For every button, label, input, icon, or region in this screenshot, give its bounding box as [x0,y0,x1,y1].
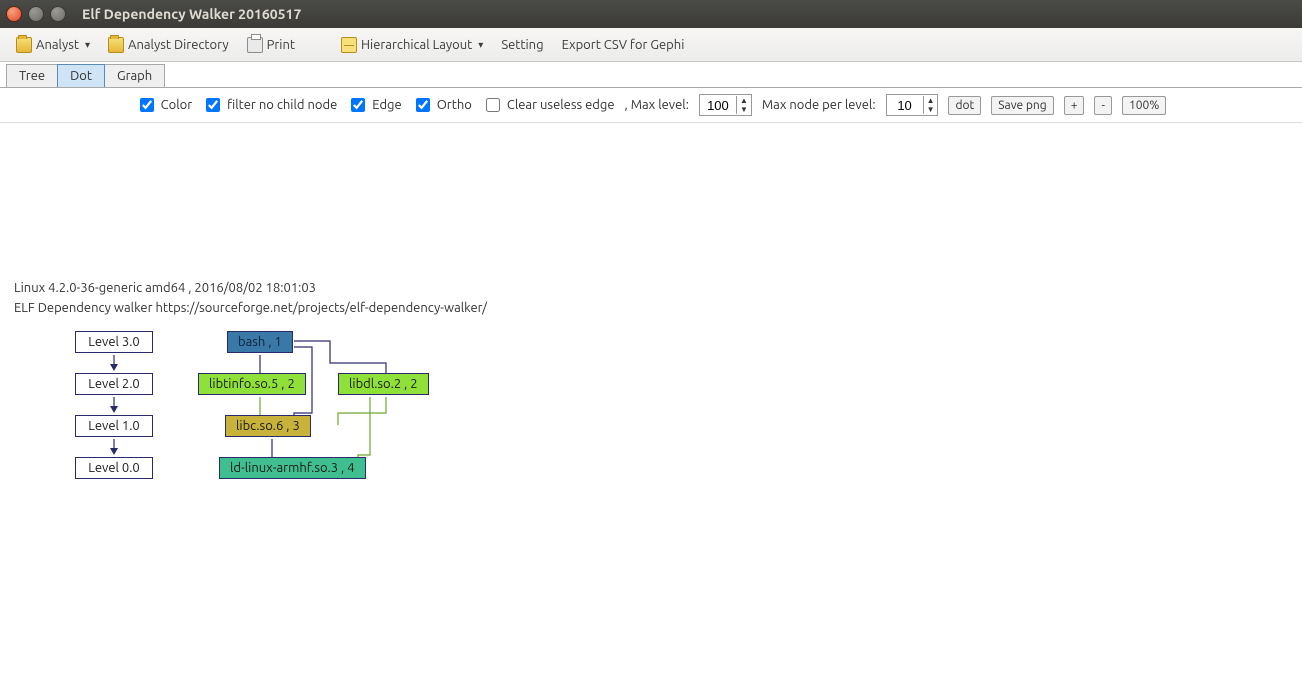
level-0-box: Level 0.0 [75,457,153,479]
zoom-out-button[interactable]: - [1094,96,1111,115]
maximize-icon[interactable] [50,6,66,22]
options-bar: Color filter no child node Edge Ortho Cl… [0,88,1302,123]
max-level-spinner[interactable]: ▲▼ [699,94,752,116]
node-bash[interactable]: bash , 1 [227,331,293,353]
max-node-label: Max node per level: [762,98,876,112]
chevron-down-icon[interactable]: ▼ [924,105,938,114]
node-libdl[interactable]: libdl.so.2 , 2 [338,373,429,395]
level-2-box: Level 2.0 [75,373,153,395]
layout-icon [341,37,357,53]
chevron-up-icon[interactable]: ▲ [737,96,751,105]
color-label: Color [161,98,193,112]
system-info-line: Linux 4.2.0-36-generic amd64 , 2016/08/0… [14,281,316,295]
print-button[interactable]: Print [245,34,297,56]
filter-label: filter no child node [227,98,337,112]
graph-canvas[interactable]: Linux 4.2.0-36-generic amd64 , 2016/08/0… [0,123,1302,674]
tab-dot[interactable]: Dot [57,64,105,87]
setting-button[interactable]: Setting [499,35,545,55]
export-csv-label: Export CSV for Gephi [562,38,685,52]
print-icon [247,37,263,53]
close-icon[interactable] [6,6,22,22]
tab-graph[interactable]: Graph [104,64,165,87]
zoom-in-button[interactable]: + [1064,96,1085,115]
chevron-down-icon: ▾ [85,39,90,51]
ortho-label: Ortho [437,98,472,112]
folder-icon [16,37,32,53]
dot-button[interactable]: dot [948,96,981,115]
save-png-button[interactable]: Save png [991,96,1053,115]
edge-checkbox[interactable]: Edge [347,95,401,115]
window-title: Elf Dependency Walker 20160517 [82,6,301,22]
tab-tree[interactable]: Tree [6,64,58,87]
ortho-checkbox[interactable]: Ortho [412,95,472,115]
clear-edge-label: Clear useless edge [507,98,615,112]
project-info-line: ELF Dependency walker https://sourceforg… [14,301,487,315]
hierarchical-layout-menu[interactable]: Hierarchical Layout ▾ [339,34,485,56]
node-libc[interactable]: libc.so.6 , 3 [225,415,311,437]
analyst-directory-button[interactable]: Analyst Directory [106,34,231,56]
max-level-label: , Max level: [625,98,689,112]
main-toolbar: Analyst ▾ Analyst Directory Print Hierar… [0,28,1302,62]
edge-label: Edge [372,98,401,112]
analyst-menu[interactable]: Analyst ▾ [14,34,92,56]
max-node-input[interactable] [887,95,923,115]
chevron-down-icon[interactable]: ▼ [737,105,751,114]
level-1-box: Level 1.0 [75,415,153,437]
tab-bar: Tree Dot Graph [0,62,1302,88]
color-checkbox[interactable]: Color [136,95,193,115]
window-titlebar: Elf Dependency Walker 20160517 [0,0,1302,28]
chevron-up-icon[interactable]: ▲ [924,96,938,105]
zoom-level-button[interactable]: 100% [1122,96,1166,115]
print-label: Print [267,38,295,52]
max-node-spinner[interactable]: ▲▼ [886,94,939,116]
hier-layout-label: Hierarchical Layout [361,38,472,52]
analyst-dir-label: Analyst Directory [128,38,229,52]
clear-edge-checkbox[interactable]: Clear useless edge [482,95,615,115]
setting-label: Setting [501,38,543,52]
node-ldlinux[interactable]: ld-linux-armhf.so.3 , 4 [219,457,366,479]
minimize-icon[interactable] [28,6,44,22]
chevron-down-icon: ▾ [478,39,483,51]
folder-icon [108,37,124,53]
export-csv-button[interactable]: Export CSV for Gephi [560,35,687,55]
level-3-box: Level 3.0 [75,331,153,353]
max-level-input[interactable] [700,95,736,115]
analyst-label: Analyst [36,38,79,52]
node-libtinfo[interactable]: libtinfo.so.5 , 2 [198,373,306,395]
filter-checkbox[interactable]: filter no child node [202,95,337,115]
